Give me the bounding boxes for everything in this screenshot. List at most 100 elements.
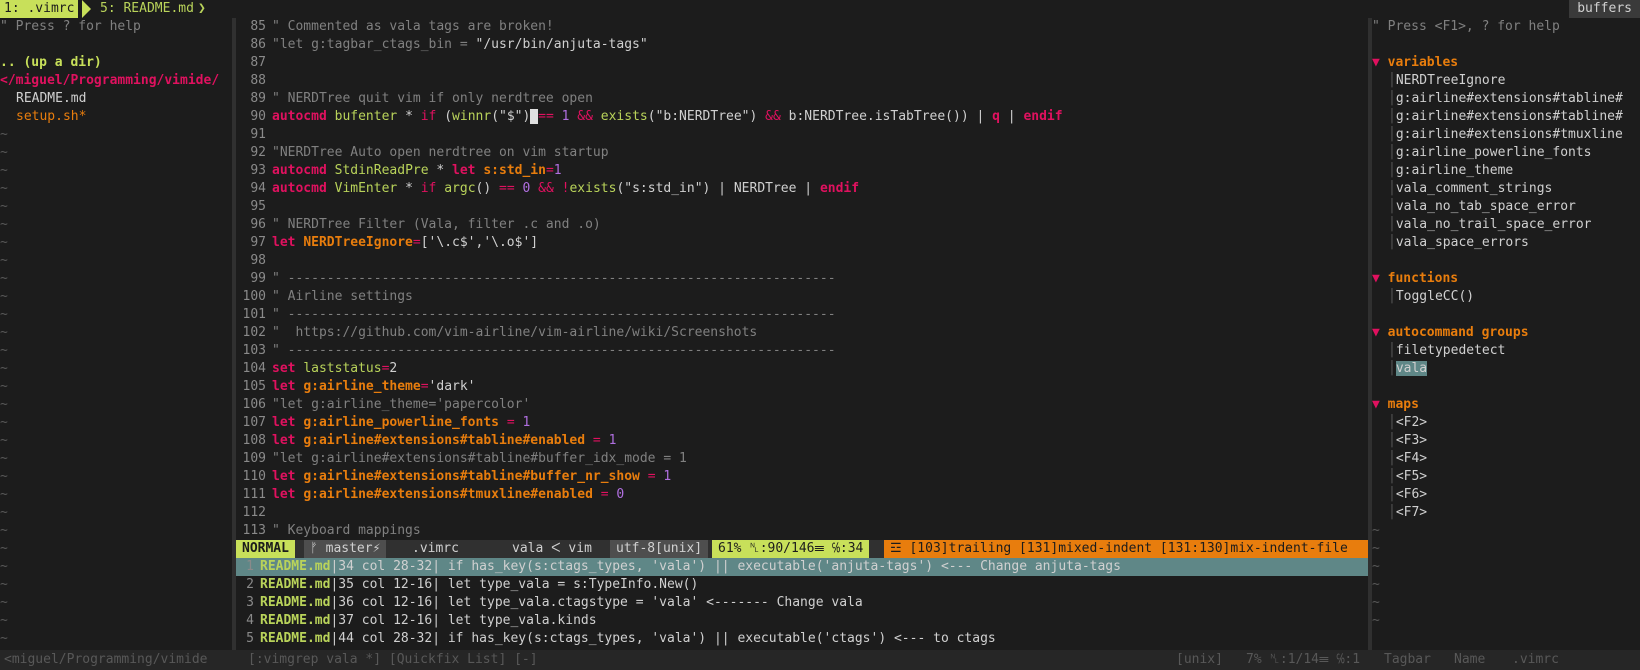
tagbar-section-header[interactable]: ▼ functions	[1372, 270, 1640, 288]
code-line[interactable]: 92 "NERDTree Auto open nerdtree on vim st…	[236, 144, 1368, 162]
inactive-statuslines: <miguel/Programming/vimide [:vimgrep val…	[0, 650, 1640, 670]
fold-triangle-icon[interactable]: ▼	[1372, 397, 1388, 412]
line-number: 102	[242, 325, 266, 340]
tab-vimrc[interactable]: 1: .vimrc	[0, 0, 79, 18]
nerdtree-file-setup[interactable]: setup.sh*	[0, 108, 232, 126]
nerdtree-pane[interactable]: " Press ? for help .. (up a dir) </migue…	[0, 18, 232, 650]
code-line[interactable]: 102 " https://github.com/vim-airline/vim-…	[236, 324, 1368, 342]
tab-readme[interactable]: 5: README.md	[100, 0, 194, 18]
fold-triangle-icon[interactable]: ▼	[1372, 55, 1388, 70]
tagbar-item[interactable]: │<F5>	[1372, 468, 1640, 486]
tagbar-item[interactable]: │<F3>	[1372, 432, 1640, 450]
code-token: =	[647, 469, 656, 484]
fold-triangle-icon[interactable]: ▼	[1372, 271, 1388, 286]
tagbar-item[interactable]: │g:airline#extensions#tmuxline	[1372, 126, 1640, 144]
code-line[interactable]: 100 " Airline settings	[236, 288, 1368, 306]
code-line[interactable]: 90 autocmd bufenter * if (winnr("$") == 1…	[236, 108, 1368, 126]
quickfix-file[interactable]: README.md	[260, 577, 330, 592]
code-token: 0	[616, 487, 625, 502]
code-line[interactable]: 94 autocmd VimEnter * if argc() == 0 && !…	[236, 180, 1368, 198]
tagbar-item[interactable]: │NERDTreeIgnore	[1372, 72, 1640, 90]
code-line[interactable]: 106 "let g:airline_theme='papercolor'	[236, 396, 1368, 414]
tagbar-item[interactable]: │<F2>	[1372, 414, 1640, 432]
code-line[interactable]: 96 " NERDTree Filter (Vala, filter .c and…	[236, 216, 1368, 234]
tagbar-item[interactable]: │g:airline_powerline_fonts	[1372, 144, 1640, 162]
code-token: *	[397, 181, 421, 196]
tagbar-item[interactable]: │g:airline_theme	[1372, 162, 1640, 180]
tagbar-item[interactable]: │vala	[1372, 360, 1640, 378]
fold-triangle-icon[interactable]: ▼	[1372, 325, 1388, 340]
code-line[interactable]: 110 let g:airline#extensions#tabline#buff…	[236, 468, 1368, 486]
quickfix-file[interactable]: README.md	[260, 559, 330, 574]
empty-line-tilde: ~	[1372, 595, 1380, 610]
quickfix-row[interactable]: 4 README.md|37 col 12-16| let type_vala.k…	[236, 612, 1368, 630]
code-line[interactable]: 89 " NERDTree quit vim if only nerdtree o…	[236, 90, 1368, 108]
tagbar-section-header[interactable]: ▼ variables	[1372, 54, 1640, 72]
tagbar-item[interactable]: │<F7>	[1372, 504, 1640, 522]
code-token: g:airline_powerline_fonts	[303, 415, 499, 430]
code-line[interactable]: 108 let g:airline#extensions#tabline#enab…	[236, 432, 1368, 450]
code-token: q	[992, 109, 1000, 124]
nerdtree-help: " Press ? for help	[0, 19, 141, 34]
code-token: let	[272, 379, 296, 394]
nerdtree-up-dir[interactable]: .. (up a dir)	[0, 54, 232, 72]
tagbar-item[interactable]: │g:airline#extensions#tabline#	[1372, 108, 1640, 126]
tagbar-section-header[interactable]: ▼ autocommand groups	[1372, 324, 1640, 342]
editor-pane[interactable]: 85 " Commented as vala tags are broken! 86…	[236, 18, 1368, 540]
tagbar-section-header[interactable]: ▼ maps	[1372, 396, 1640, 414]
quickfix-row[interactable]: 5 README.md|44 col 28-32| if has_key(s:ct…	[236, 630, 1368, 648]
code-line[interactable]: 93 autocmd StdinReadPre * let s:std_in=1	[236, 162, 1368, 180]
quickfix-file[interactable]: README.md	[260, 631, 330, 646]
code-line[interactable]: 112	[236, 504, 1368, 522]
tagbar-item[interactable]: │<F4>	[1372, 450, 1640, 468]
quickfix-list[interactable]: 1 README.md|34 col 28-32| if has_key(s:ct…	[236, 558, 1368, 650]
empty-line-tilde: ~	[0, 379, 8, 394]
quickfix-row[interactable]: 3 README.md|36 col 12-16| let type_vala.c…	[236, 594, 1368, 612]
code-token: =	[545, 163, 554, 178]
tagbar-item[interactable]: │ToggleCC()	[1372, 288, 1640, 306]
tagbar-item[interactable]: │filetypedetect	[1372, 342, 1640, 360]
buffers-label[interactable]: buffers	[1569, 0, 1640, 18]
code-line[interactable]: 87	[236, 54, 1368, 72]
quickfix-file[interactable]: README.md	[260, 595, 330, 610]
code-line[interactable]: 95	[236, 198, 1368, 216]
code-line[interactable]: 98	[236, 252, 1368, 270]
quickfix-file[interactable]: README.md	[260, 613, 330, 628]
code-line[interactable]: 111 let g:airline#extensions#tmuxline#ena…	[236, 486, 1368, 504]
tagbar-item[interactable]: │vala_space_errors	[1372, 234, 1640, 252]
code-line[interactable]: 88	[236, 72, 1368, 90]
nerdtree-file-readme[interactable]: README.md	[0, 90, 232, 108]
line-number: 100	[242, 289, 266, 304]
quickfix-row[interactable]: 1 README.md|34 col 28-32| if has_key(s:ct…	[236, 558, 1368, 576]
code-line[interactable]: 101 " -----------------------------------…	[236, 306, 1368, 324]
code-line[interactable]: 107 let g:airline_powerline_fonts = 1	[236, 414, 1368, 432]
quickfix-index: 3	[246, 595, 254, 610]
quickfix-row[interactable]: 2 README.md|35 col 12-16| let type_vala =…	[236, 576, 1368, 594]
code-line[interactable]: 113 " Keyboard mappings	[236, 522, 1368, 540]
line-number: 104	[242, 361, 266, 376]
code-line[interactable]: 86 "let g:tagbar_ctags_bin = "/usr/bin/an…	[236, 36, 1368, 54]
tagbar-item[interactable]: │vala_no_trail_space_error	[1372, 216, 1640, 234]
code-token: " Keyboard mappings	[272, 523, 421, 538]
code-token: *	[397, 109, 421, 124]
code-line[interactable]: 103 " -----------------------------------…	[236, 342, 1368, 360]
code-line[interactable]: 109 "let g:airline#extensions#tabline#buf…	[236, 450, 1368, 468]
tagbar-item[interactable]: │vala_no_tab_space_error	[1372, 198, 1640, 216]
code-line[interactable]: 85 " Commented as vala tags are broken!	[236, 18, 1368, 36]
nerdtree-current-dir[interactable]: </miguel/Programming/vimide/	[0, 72, 232, 90]
code-line[interactable]: 91	[236, 126, 1368, 144]
code-line[interactable]: 105 let g:airline_theme='dark'	[236, 378, 1368, 396]
tagbar-item[interactable]: │vala_comment_strings	[1372, 180, 1640, 198]
tagbar-pane[interactable]: " Press <F1>, ? for help ▼ variables │NER…	[1372, 18, 1640, 650]
code-line[interactable]: 99 " ------------------------------------…	[236, 270, 1368, 288]
tagbar-item[interactable]: │g:airline#extensions#tabline#	[1372, 90, 1640, 108]
code-line[interactable]: 97 let NERDTreeIgnore=['\.c$','\.o$']	[236, 234, 1368, 252]
code-line[interactable]: 104 set laststatus=2	[236, 360, 1368, 378]
indent-guide-icon: │	[1388, 109, 1396, 124]
code-token: if	[420, 181, 437, 196]
tagbar-item[interactable]: │<F6>	[1372, 486, 1640, 504]
